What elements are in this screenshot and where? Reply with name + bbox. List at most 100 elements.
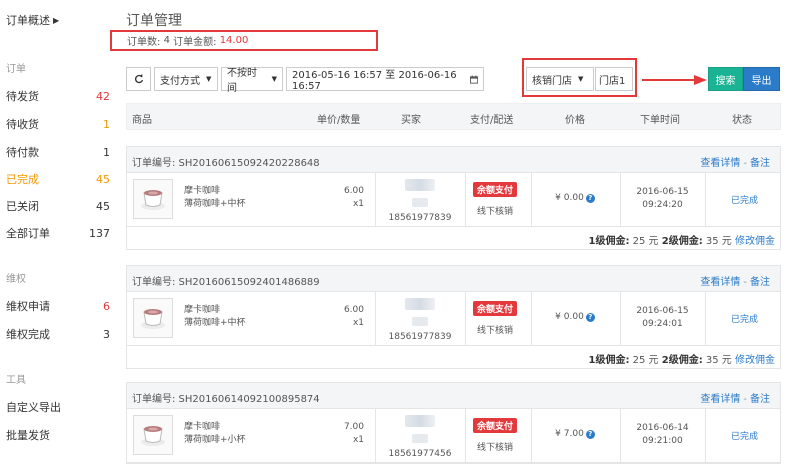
quantity: x1 bbox=[352, 199, 364, 209]
question-icon[interactable]: ? bbox=[585, 430, 595, 439]
order-summary: 订单数: 4 订单金额: 14.00 bbox=[110, 30, 378, 51]
product-info: 摩卡咖啡 薄荷咖啡+中杯 bbox=[184, 304, 246, 330]
note-link[interactable]: 备注 bbox=[750, 277, 770, 288]
table-header: 商品 单价/数量 买家 支付/配送 价格 下单时间 状态 bbox=[126, 103, 781, 130]
order-footer: 1级佣金: 25 元 2级佣金: 35 元 修改佣金 bbox=[127, 227, 780, 249]
order-item-row: 摩卡咖啡 薄荷咖啡+中杯 6.00 x1 18561977839 余额支付 线下… bbox=[127, 292, 780, 346]
refresh-button[interactable] bbox=[126, 67, 151, 91]
sidebar-item-pending-receive[interactable]: 待收货 1 bbox=[6, 114, 110, 134]
pay-method-value: 支付方式 bbox=[160, 75, 200, 87]
time-filter-value: 不按时间 bbox=[227, 68, 257, 94]
sidebar-item-label: 待付款 bbox=[6, 146, 39, 159]
product-thumbnail[interactable] bbox=[133, 179, 173, 219]
page-title: 订单管理 bbox=[126, 13, 182, 29]
order-clock: 09:24:20 bbox=[642, 200, 683, 210]
sidebar-item-all-orders[interactable]: 全部订单 137 bbox=[6, 223, 110, 243]
product-info: 摩卡咖啡 薄荷咖啡+中杯 bbox=[184, 185, 246, 211]
buyer-info: 18561977839 bbox=[375, 298, 465, 344]
order-header: 订单编号: SH20160614092100895874 查看详情 - 备注 bbox=[127, 383, 780, 409]
unit-price: 7.00 bbox=[343, 422, 364, 432]
view-detail-link[interactable]: 查看详情 bbox=[700, 394, 740, 405]
product-spec: 薄荷咖啡+小杯 bbox=[184, 435, 246, 445]
pay-badge: 余额支付 bbox=[472, 301, 517, 316]
commission-2-label: 2级佣金: bbox=[661, 236, 703, 247]
order-item-row: 摩卡咖啡 薄荷咖啡+中杯 6.00 x1 18561977839 余额支付 线下… bbox=[127, 173, 780, 227]
sidebar-item-label: 维权完成 bbox=[6, 328, 50, 341]
sidebar-item-custom-export[interactable]: 自定义导出 bbox=[6, 397, 110, 417]
sidebar-group-rights: 维权 bbox=[6, 274, 26, 285]
product-thumbnail[interactable] bbox=[133, 415, 173, 455]
pay-ship-info: 余额支付 线下核销 bbox=[465, 301, 525, 336]
export-button[interactable]: 导出 bbox=[743, 67, 780, 91]
sidebar-item-rights-done[interactable]: 维权完成 3 bbox=[6, 324, 110, 344]
pay-ship-info: 余额支付 线下核销 bbox=[465, 418, 525, 453]
pay-method-select[interactable]: 支付方式 ▼ bbox=[154, 67, 218, 91]
sidebar-item-count: 1 bbox=[103, 145, 110, 159]
order-clock: 09:21:00 bbox=[642, 436, 683, 446]
col-buyer: 买家 bbox=[401, 115, 421, 126]
sidebar-item-count: 42 bbox=[96, 89, 110, 103]
sidebar-item-label: 自定义导出 bbox=[6, 401, 61, 414]
blurred-name bbox=[405, 298, 435, 310]
col-order-time: 下单时间 bbox=[640, 115, 680, 126]
store-input[interactable]: 门店1 bbox=[595, 67, 633, 91]
sidebar-item-label: 已完成 bbox=[6, 173, 39, 186]
product-thumbnail[interactable] bbox=[133, 298, 173, 338]
buyer-info: 18561977456 bbox=[375, 415, 465, 461]
sidebar-item-closed[interactable]: 已关闭 45 bbox=[6, 196, 110, 216]
view-detail-link[interactable]: 查看详情 bbox=[700, 277, 740, 288]
sidebar-item-label: 已关闭 bbox=[6, 200, 39, 213]
unit-price: 6.00 bbox=[343, 305, 364, 315]
commission-1-label: 1级佣金: bbox=[588, 236, 630, 247]
order-number: 订单编号: SH20160614092100895874 bbox=[132, 394, 320, 405]
order-footer: 1级佣金: 25 元 2级佣金: 35 元 修改佣金 bbox=[127, 346, 780, 368]
sidebar-item-count: 3 bbox=[103, 327, 110, 341]
search-button[interactable]: 搜索 bbox=[708, 67, 743, 91]
quantity: x1 bbox=[352, 435, 364, 445]
refresh-icon bbox=[134, 74, 143, 84]
sidebar-item-label: 待发货 bbox=[6, 90, 39, 103]
product-name: 摩卡咖啡 bbox=[184, 186, 221, 196]
sidebar-item-label: 维权申请 bbox=[6, 300, 50, 313]
quantity: x1 bbox=[352, 318, 364, 328]
note-link[interactable]: 备注 bbox=[750, 394, 770, 405]
summary-count: 4 bbox=[163, 35, 170, 46]
sidebar-item-rights-apply[interactable]: 维权申请 6 bbox=[6, 296, 110, 316]
order-time: 2016-06-15 09:24:20 bbox=[620, 186, 705, 212]
edit-commission-link[interactable]: 修改佣金 bbox=[735, 236, 775, 247]
unit-price-qty: 6.00 x1 bbox=[322, 304, 364, 330]
question-icon[interactable]: ? bbox=[585, 194, 595, 203]
edit-commission-link[interactable]: 修改佣金 bbox=[735, 355, 775, 366]
note-link[interactable]: 备注 bbox=[750, 158, 770, 169]
sidebar-item-pending-ship[interactable]: 待发货 42 bbox=[6, 86, 110, 106]
time-filter-select[interactable]: 不按时间 ▼ bbox=[221, 67, 283, 94]
order-date: 2016-06-15 bbox=[636, 187, 689, 197]
store-select[interactable]: 核销门店 ▼ bbox=[526, 67, 594, 91]
order-status[interactable]: 已完成 bbox=[707, 429, 782, 442]
view-detail-link[interactable]: 查看详情 bbox=[700, 158, 740, 169]
date-range-value: 2016-05-16 16:57 至 2016-06-16 16:57 bbox=[292, 70, 457, 92]
order-number: 订单编号: SH20160615092420228648 bbox=[132, 158, 320, 169]
order-number: 订单编号: SH20160615092401486889 bbox=[132, 277, 320, 288]
caret-down-icon: ▼ bbox=[578, 75, 584, 83]
buyer-phone: 18561977456 bbox=[388, 449, 452, 459]
caret-down-icon: ▼ bbox=[271, 75, 277, 83]
buyer-phone: 18561977839 bbox=[388, 332, 452, 342]
order-status[interactable]: 已完成 bbox=[707, 312, 782, 325]
product-info: 摩卡咖啡 薄荷咖啡+小杯 bbox=[184, 421, 246, 447]
blurred-name bbox=[405, 179, 435, 191]
date-range-input[interactable]: 2016-05-16 16:57 至 2016-06-16 16:57 bbox=[286, 67, 484, 92]
sidebar-overview[interactable]: 订单概述 ▶ bbox=[6, 12, 59, 28]
order-card: 订单编号: SH20160614092100895874 查看详情 - 备注 摩卡咖… bbox=[126, 382, 781, 464]
order-date: 2016-06-15 bbox=[636, 306, 689, 316]
commission-1-label: 1级佣金: bbox=[588, 355, 630, 366]
sidebar-item-completed[interactable]: 已完成 45 bbox=[6, 169, 110, 189]
sidebar-item-label: 待收货 bbox=[6, 118, 39, 131]
buyer-phone: 18561977839 bbox=[388, 213, 452, 223]
sidebar-item-pending-pay[interactable]: 待付款 1 bbox=[6, 142, 110, 162]
sidebar-item-batch-ship[interactable]: 批量发货 bbox=[6, 425, 110, 445]
order-status[interactable]: 已完成 bbox=[707, 193, 782, 206]
red-arrow-annotation bbox=[642, 75, 707, 85]
question-icon[interactable]: ? bbox=[585, 313, 595, 322]
blurred-text bbox=[412, 198, 428, 207]
